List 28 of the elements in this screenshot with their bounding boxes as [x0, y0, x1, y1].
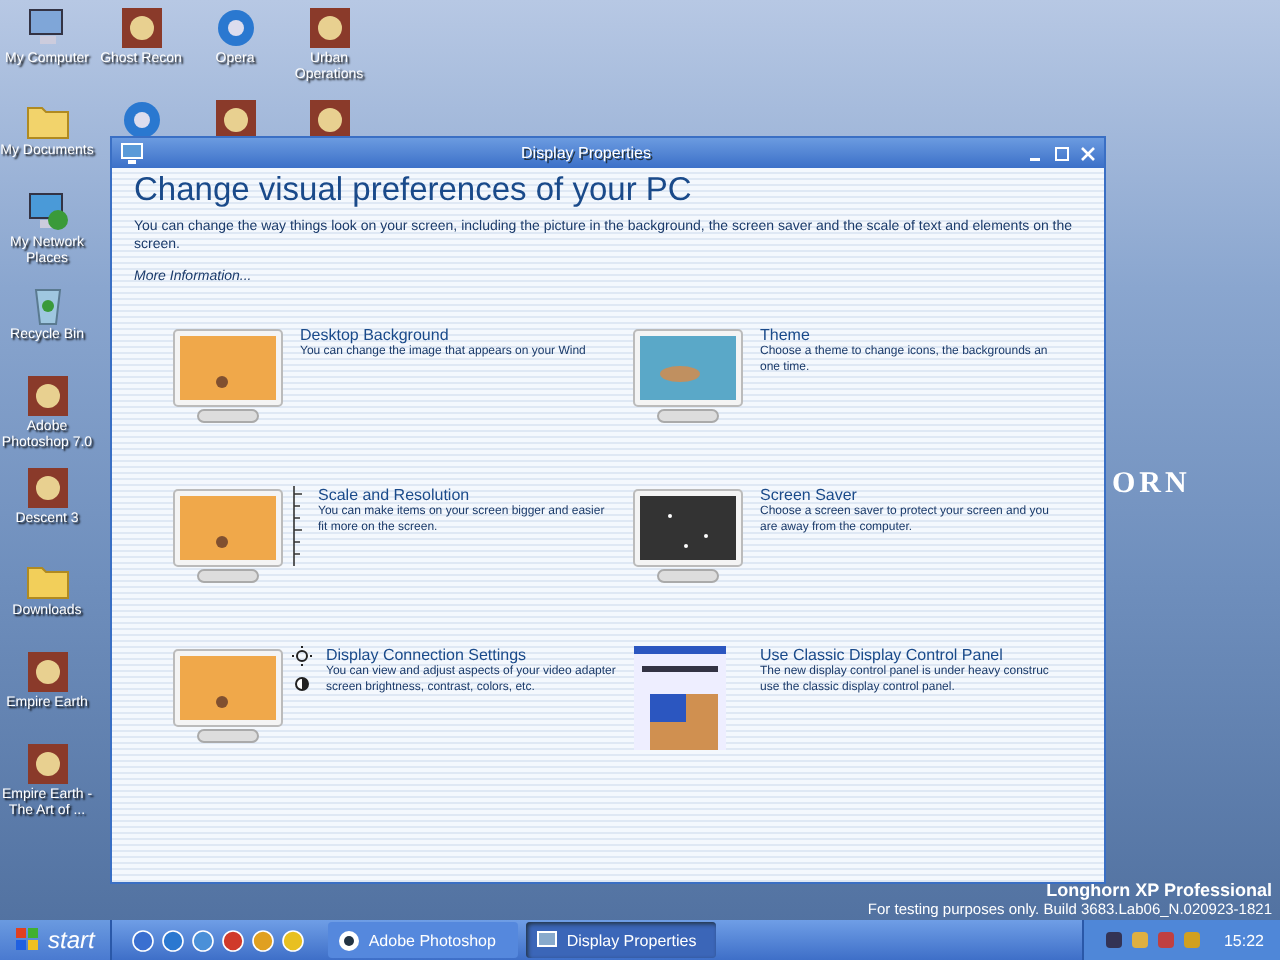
display-icon: [536, 929, 559, 951]
close-icon[interactable]: [1080, 145, 1096, 161]
page-heading: Change visual preferences of your PC: [134, 170, 694, 210]
option-title[interactable]: Desktop Background: [300, 326, 586, 346]
display-icon: [120, 141, 144, 165]
application-icon[interactable]: [23, 372, 71, 420]
application-icon[interactable]: [23, 648, 71, 696]
edition-text: Longhorn XP Professional: [1046, 880, 1272, 900]
tray-icon[interactable]: [1103, 930, 1124, 950]
eye-icon: [338, 929, 361, 951]
start-button[interactable]: start: [0, 920, 113, 960]
option-title[interactable]: Scale and Resolution: [318, 486, 605, 506]
ruler-icon: [292, 486, 304, 566]
option-title[interactable]: Use Classic Display Control Panel: [760, 646, 1049, 666]
application-icon[interactable]: [23, 740, 71, 788]
option-title[interactable]: Screen Saver: [760, 486, 1049, 506]
taskbar-button[interactable]: Adobe Photoshop: [328, 922, 519, 958]
application-icon[interactable]: [23, 464, 71, 512]
maximize-icon[interactable]: [1054, 145, 1070, 161]
windows-logo-icon: [16, 928, 40, 952]
wallpaper-text: ORN: [1112, 468, 1191, 502]
application-icon[interactable]: [117, 4, 165, 52]
clock: 15:22: [1223, 931, 1264, 949]
taskbar-button[interactable]: Display Properties: [526, 922, 717, 958]
option-title[interactable]: Display Connection Settings: [326, 646, 616, 666]
option-title[interactable]: Theme: [760, 326, 1048, 346]
window-title: Display Properties: [519, 144, 653, 162]
application-icon[interactable]: [305, 4, 353, 52]
